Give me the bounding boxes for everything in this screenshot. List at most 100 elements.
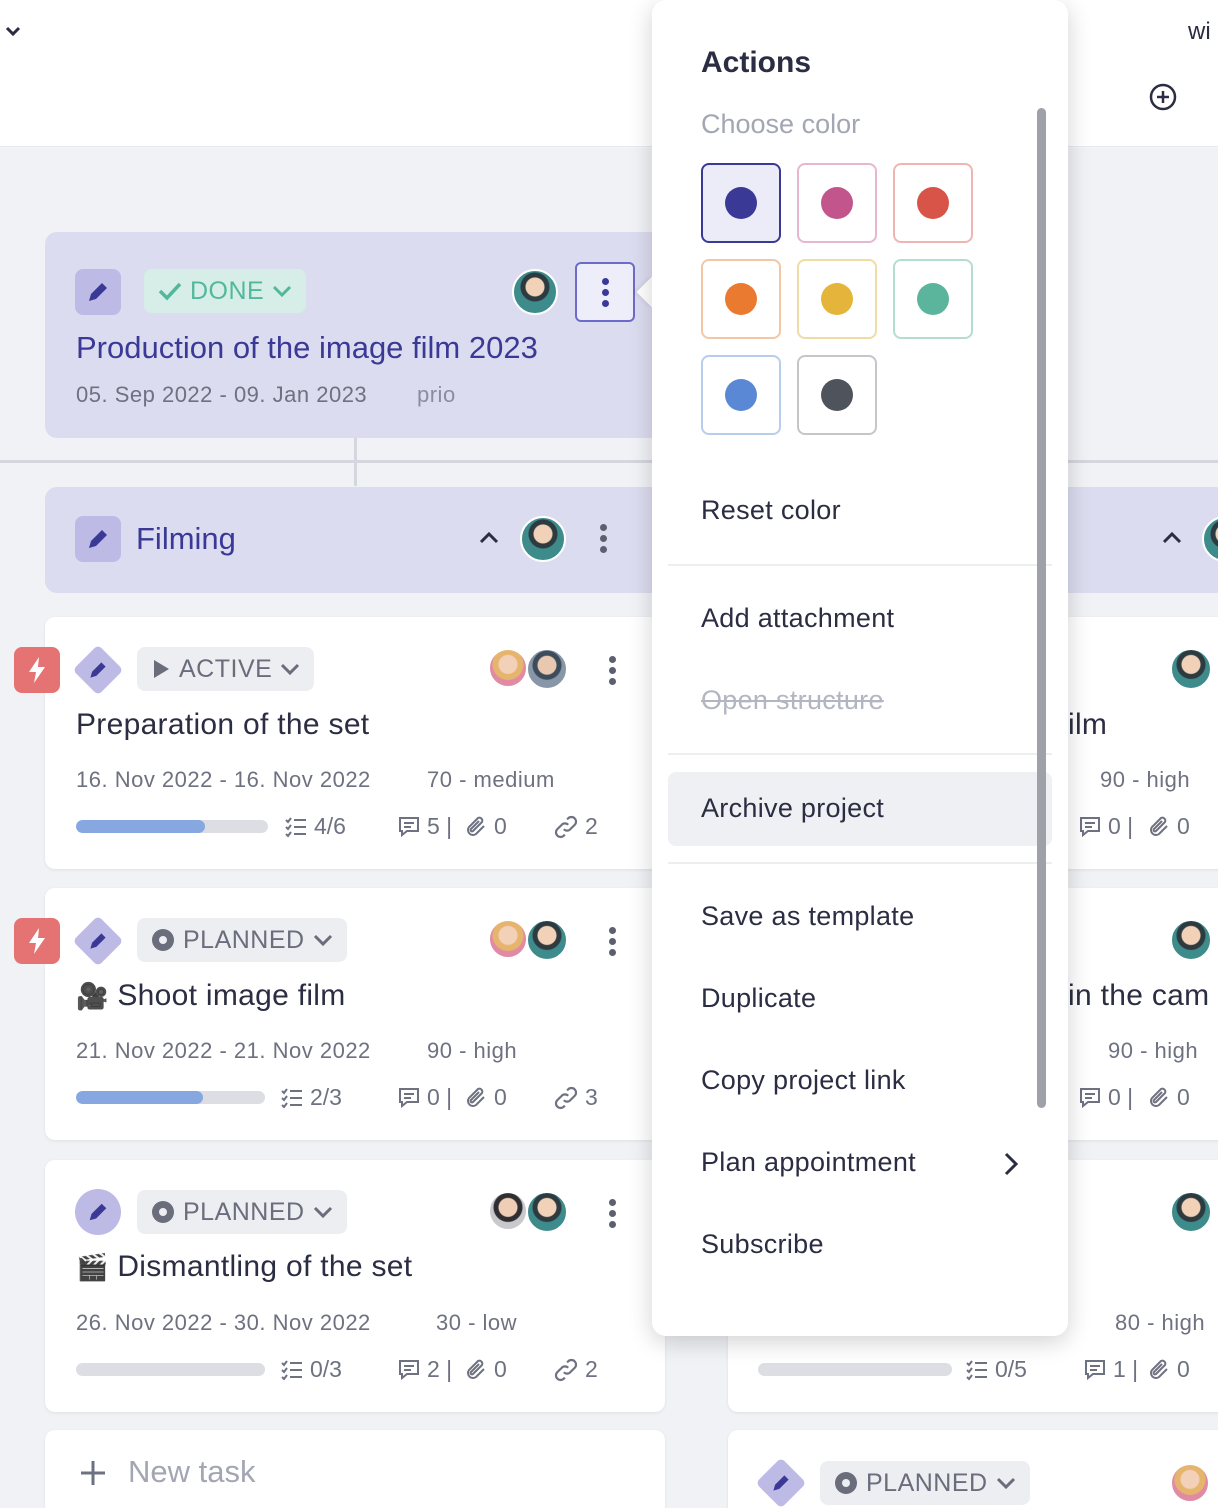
- avatar[interactable]: [1170, 919, 1212, 961]
- menu-divider: [668, 862, 1052, 864]
- group-header-right[interactable]: [1068, 487, 1218, 593]
- paperclip-icon: [1150, 1087, 1168, 1107]
- status-dropdown[interactable]: DONE: [144, 269, 307, 313]
- color-swatch-yellow[interactable]: [797, 259, 877, 339]
- task-title[interactable]: 🎥 Shoot image film: [76, 979, 346, 1013]
- avatar[interactable]: [488, 648, 528, 688]
- avatar[interactable]: [526, 919, 568, 961]
- progress-bar: [76, 1363, 265, 1376]
- attachments-stat: 0: [464, 813, 507, 840]
- duplicate-item[interactable]: Duplicate: [701, 983, 816, 1014]
- avatar[interactable]: [526, 648, 568, 690]
- color-swatch-red[interactable]: [893, 163, 973, 243]
- status-label: PLANNED: [866, 1468, 988, 1497]
- edit-icon[interactable]: [75, 1189, 121, 1235]
- more-vertical-icon[interactable]: [609, 656, 616, 685]
- status-dropdown[interactable]: PLANNED: [820, 1461, 1030, 1505]
- avatar[interactable]: [488, 919, 528, 959]
- links-stat: 2: [553, 1356, 598, 1383]
- paperclip-icon: [467, 816, 485, 836]
- group-title[interactable]: Filming: [136, 521, 236, 557]
- connector-line: [0, 460, 660, 463]
- add-circle-icon[interactable]: [1149, 83, 1177, 111]
- edit-icon[interactable]: [75, 269, 121, 315]
- menu-divider: [668, 564, 1052, 566]
- task-priority: 30 - low: [436, 1310, 518, 1335]
- project-card[interactable]: DONE Production of the image film 2023 0…: [45, 232, 685, 438]
- checklist-icon: [966, 1359, 987, 1381]
- avatar[interactable]: [1202, 516, 1218, 562]
- task-dates: 26. Nov 2022 - 30. Nov 2022: [76, 1310, 371, 1335]
- color-swatch-dark-grey[interactable]: [797, 355, 877, 435]
- more-options-button[interactable]: [575, 262, 635, 322]
- top-label-fragment: wi: [1188, 18, 1211, 45]
- task-priority: 80 - high: [1115, 1310, 1206, 1335]
- new-task-button[interactable]: New task: [45, 1430, 665, 1508]
- lightning-icon: [14, 647, 60, 693]
- chevron-down-icon: [313, 934, 332, 947]
- reset-color-item[interactable]: Reset color: [701, 495, 841, 526]
- progress-bar: [76, 1091, 265, 1104]
- paperclip-icon: [1150, 1359, 1168, 1379]
- task-title[interactable]: Preparation of the set: [76, 708, 369, 742]
- avatar[interactable]: [1170, 648, 1212, 690]
- link-icon: [554, 1358, 578, 1381]
- avatar[interactable]: [488, 1191, 528, 1231]
- link-icon: [554, 815, 578, 838]
- links-stat: 2: [553, 813, 598, 840]
- project-title[interactable]: Production of the image film 2023: [76, 330, 538, 366]
- project-dates: 05. Sep 2022 - 09. Jan 2023: [76, 382, 368, 407]
- chevron-down-icon[interactable]: [4, 22, 22, 40]
- copy-project-link-item[interactable]: Copy project link: [701, 1065, 906, 1096]
- chevron-right-icon[interactable]: [1002, 1151, 1020, 1177]
- comment-icon: [1080, 1087, 1100, 1108]
- more-vertical-icon[interactable]: [600, 524, 607, 553]
- color-swatch-magenta[interactable]: [797, 163, 877, 243]
- add-attachment-item[interactable]: Add attachment: [701, 603, 894, 634]
- group-header-filming[interactable]: Filming: [45, 487, 685, 593]
- task-title[interactable]: in the cam: [1068, 979, 1209, 1013]
- attachments-stat: 0: [1147, 813, 1190, 840]
- edit-icon[interactable]: [75, 516, 121, 562]
- avatar[interactable]: [526, 1191, 568, 1233]
- task-dates: 21. Nov 2022 - 21. Nov 2022: [76, 1038, 371, 1063]
- menu-heading: Actions: [701, 46, 812, 79]
- color-swatch-green[interactable]: [893, 259, 973, 339]
- avatar[interactable]: [1170, 1463, 1210, 1503]
- archive-project-item[interactable]: Archive project: [701, 793, 884, 824]
- check-icon: [158, 282, 182, 301]
- checklist-stat: 0/3: [280, 1356, 342, 1383]
- comment-icon: [1085, 1359, 1105, 1380]
- avatar[interactable]: [1170, 1191, 1212, 1233]
- status-dropdown[interactable]: PLANNED: [137, 1190, 347, 1234]
- new-task-label: New task: [128, 1454, 256, 1489]
- color-swatch-blue[interactable]: [701, 355, 781, 435]
- menu-scrollbar[interactable]: [1037, 108, 1046, 1108]
- more-vertical-icon[interactable]: [609, 1199, 616, 1228]
- status-dropdown[interactable]: ACTIVE: [137, 647, 315, 691]
- plan-appointment-item[interactable]: Plan appointment: [701, 1147, 916, 1178]
- avatar[interactable]: [512, 269, 558, 315]
- color-swatch-orange[interactable]: [701, 259, 781, 339]
- status-dropdown[interactable]: PLANNED: [137, 918, 347, 962]
- checklist-icon: [281, 1359, 302, 1381]
- task-priority: 90 - high: [1108, 1038, 1199, 1063]
- avatar[interactable]: [520, 516, 566, 562]
- clapper-board-icon: 🎬: [76, 1252, 109, 1282]
- status-label: DONE: [190, 276, 265, 305]
- status-label: PLANNED: [183, 1197, 305, 1226]
- task-priority: 90 - high: [1100, 767, 1191, 792]
- subscribe-item[interactable]: Subscribe: [701, 1229, 824, 1260]
- task-title[interactable]: ilm: [1068, 708, 1107, 742]
- planned-icon: [835, 1472, 857, 1494]
- chevron-up-icon[interactable]: [479, 531, 499, 545]
- chevron-up-icon[interactable]: [1162, 531, 1182, 545]
- save-as-template-item[interactable]: Save as template: [701, 901, 914, 932]
- color-swatch-indigo[interactable]: [701, 163, 781, 243]
- project-prio: prio: [417, 382, 456, 407]
- task-title[interactable]: 🎬 Dismantling of the set: [76, 1250, 412, 1284]
- comment-icon: [399, 1359, 419, 1380]
- progress-bar: [76, 820, 268, 833]
- more-vertical-icon[interactable]: [609, 927, 616, 956]
- chevron-down-icon: [273, 285, 292, 298]
